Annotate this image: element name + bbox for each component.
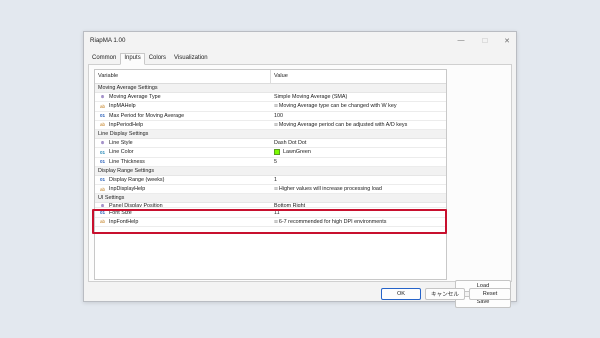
- color-icon: 01: [99, 149, 106, 155]
- value-text: 100: [274, 112, 283, 119]
- cancel-button[interactable]: キャンセル: [425, 288, 465, 300]
- text-field-icon: ⊠: [274, 121, 278, 127]
- grid-row[interactable]: ab InpFontHelp ⊠ 6-7 recommended for high D…: [95, 218, 446, 227]
- variable-cell: 01 Max Period for Moving Average: [95, 113, 271, 119]
- variable-cell: ⊕ Moving Average Type: [95, 94, 271, 100]
- title-bar[interactable]: RiapMA 1.00 — ☐ ✕: [84, 32, 516, 50]
- grid-body: Moving Average Settings ⊕ Moving Average T…: [95, 84, 446, 227]
- grid-row[interactable]: 01 Max Period for Moving Average 100: [95, 112, 446, 121]
- reset-button[interactable]: Reset: [469, 288, 511, 300]
- column-header-variable[interactable]: Variable: [95, 70, 271, 83]
- variable-cell: ab InpMAHelp: [95, 103, 271, 109]
- string-icon: ab: [99, 122, 106, 128]
- variable-name: Moving Average Type: [109, 94, 161, 101]
- variable-name: Display Range (weeks): [109, 176, 165, 183]
- enum-icon: ⊕: [100, 94, 105, 100]
- variable-name: InpFontHelp: [109, 218, 139, 225]
- value-cell[interactable]: ⊠ Higher values will increase processing …: [271, 186, 446, 192]
- minimize-icon[interactable]: —: [454, 35, 468, 46]
- inputs-grid: Variable Value Moving Average Settings ⊕ M…: [94, 69, 447, 280]
- variable-cell: ab InpPeriodHelp: [95, 122, 271, 128]
- text-field-icon: ⊠: [274, 103, 278, 109]
- value-text: Simple Moving Average (SMA): [274, 94, 348, 101]
- grid-section-header: Moving Average Settings: [95, 84, 446, 94]
- grid-row[interactable]: ab InpDisplayHelp ⊠ Higher values will incr…: [95, 185, 446, 195]
- value-text: 5: [274, 158, 277, 165]
- number-icon: 01: [99, 159, 106, 165]
- variable-cell: 01 Line Color: [95, 149, 271, 155]
- number-icon: 01: [99, 210, 106, 216]
- value-cell[interactable]: 1: [271, 177, 446, 183]
- text-field-icon: ⊠: [274, 218, 278, 224]
- value-cell[interactable]: Dash Dot Dot: [271, 140, 446, 146]
- value-cell[interactable]: ⊠ 6-7 recommended for high DPI environmen…: [271, 219, 446, 225]
- grid-row[interactable]: ⊕ Line Style Dash Dot Dot: [95, 139, 446, 149]
- variable-cell: ab InpDisplayHelp: [95, 186, 271, 192]
- value-cell[interactable]: 5: [271, 159, 446, 165]
- variable-cell: ab InpFontHelp: [95, 219, 271, 225]
- grid-row[interactable]: 01 Line Color LawnGreen: [95, 148, 446, 158]
- value-text: 6-7 recommended for high DPI environment…: [278, 218, 387, 225]
- value-cell[interactable]: Simple Moving Average (SMA): [271, 94, 446, 100]
- properties-dialog: RiapMA 1.00 — ☐ ✕ Common Inputs Colors V…: [83, 31, 517, 308]
- value-text: Moving Average type can be changed with …: [278, 103, 397, 110]
- variable-name: Font Size: [109, 209, 132, 216]
- value-cell[interactable]: 11: [271, 210, 446, 216]
- string-icon: ab: [99, 219, 106, 225]
- value-cell[interactable]: ⊠ Moving Average type can be changed with…: [271, 103, 446, 109]
- value-text: Dash Dot Dot: [274, 140, 307, 147]
- text-field-icon: ⊠: [274, 186, 278, 192]
- variable-name: Line Style: [109, 140, 133, 147]
- number-icon: 01: [99, 113, 106, 119]
- tab-inputs[interactable]: Inputs: [120, 53, 145, 65]
- close-icon[interactable]: ✕: [500, 35, 514, 46]
- grid-row[interactable]: 01 Line Thickness 5: [95, 158, 446, 167]
- grid-section-header: Display Range Settings: [95, 166, 446, 176]
- variable-cell: 01 Font Size: [95, 210, 271, 216]
- maximize-icon[interactable]: ☐: [478, 35, 492, 46]
- enum-icon: ⊕: [100, 140, 105, 146]
- string-icon: ab: [99, 103, 106, 109]
- variable-name: InpDisplayHelp: [109, 186, 146, 193]
- ok-button[interactable]: OK: [381, 288, 421, 300]
- variable-name: Line Thickness: [109, 158, 145, 165]
- grid-row[interactable]: 01 Display Range (weeks) 1: [95, 176, 446, 186]
- value-text: LawnGreen: [283, 149, 311, 156]
- variable-cell: 01 Line Thickness: [95, 159, 271, 165]
- value-text: Moving Average period can be adjusted wi…: [278, 121, 408, 128]
- value-text: 11: [274, 209, 280, 216]
- column-header-value[interactable]: Value: [271, 70, 446, 83]
- value-cell[interactable]: LawnGreen: [271, 149, 446, 156]
- variable-name: Line Color: [109, 149, 134, 156]
- grid-row[interactable]: 01 Font Size 11: [95, 208, 446, 218]
- window-title: RiapMA 1.00: [90, 37, 126, 44]
- variable-cell: ⊕ Line Style: [95, 140, 271, 146]
- variable-cell: 01 Display Range (weeks): [95, 177, 271, 183]
- value-text: Higher values will increase processing l…: [278, 186, 382, 193]
- variable-name: Max Period for Moving Average: [109, 112, 185, 119]
- grid-section-header: UI Settings: [95, 194, 446, 204]
- variable-name: InpPeriodHelp: [109, 121, 144, 128]
- string-icon: ab: [99, 186, 106, 192]
- number-icon: 01: [99, 177, 106, 183]
- value-cell[interactable]: ⊠ Moving Average period can be adjusted w…: [271, 122, 446, 128]
- color-swatch[interactable]: [274, 149, 280, 156]
- grid-row[interactable]: ⊕ Moving Average Type Simple Moving Averag…: [95, 93, 446, 103]
- variable-name: InpMAHelp: [109, 103, 136, 110]
- value-text: 1: [274, 176, 277, 183]
- grid-header: Variable Value: [95, 70, 446, 84]
- grid-row[interactable]: ab InpPeriodHelp ⊠ Moving Average period ca…: [95, 121, 446, 130]
- value-cell[interactable]: 100: [271, 113, 446, 119]
- grid-section-header: Line Display Settings: [95, 129, 446, 140]
- grid-row[interactable]: ab InpMAHelp ⊠ Moving Average type can be c…: [95, 102, 446, 112]
- inputs-panel: Variable Value Moving Average Settings ⊕ M…: [88, 64, 512, 308]
